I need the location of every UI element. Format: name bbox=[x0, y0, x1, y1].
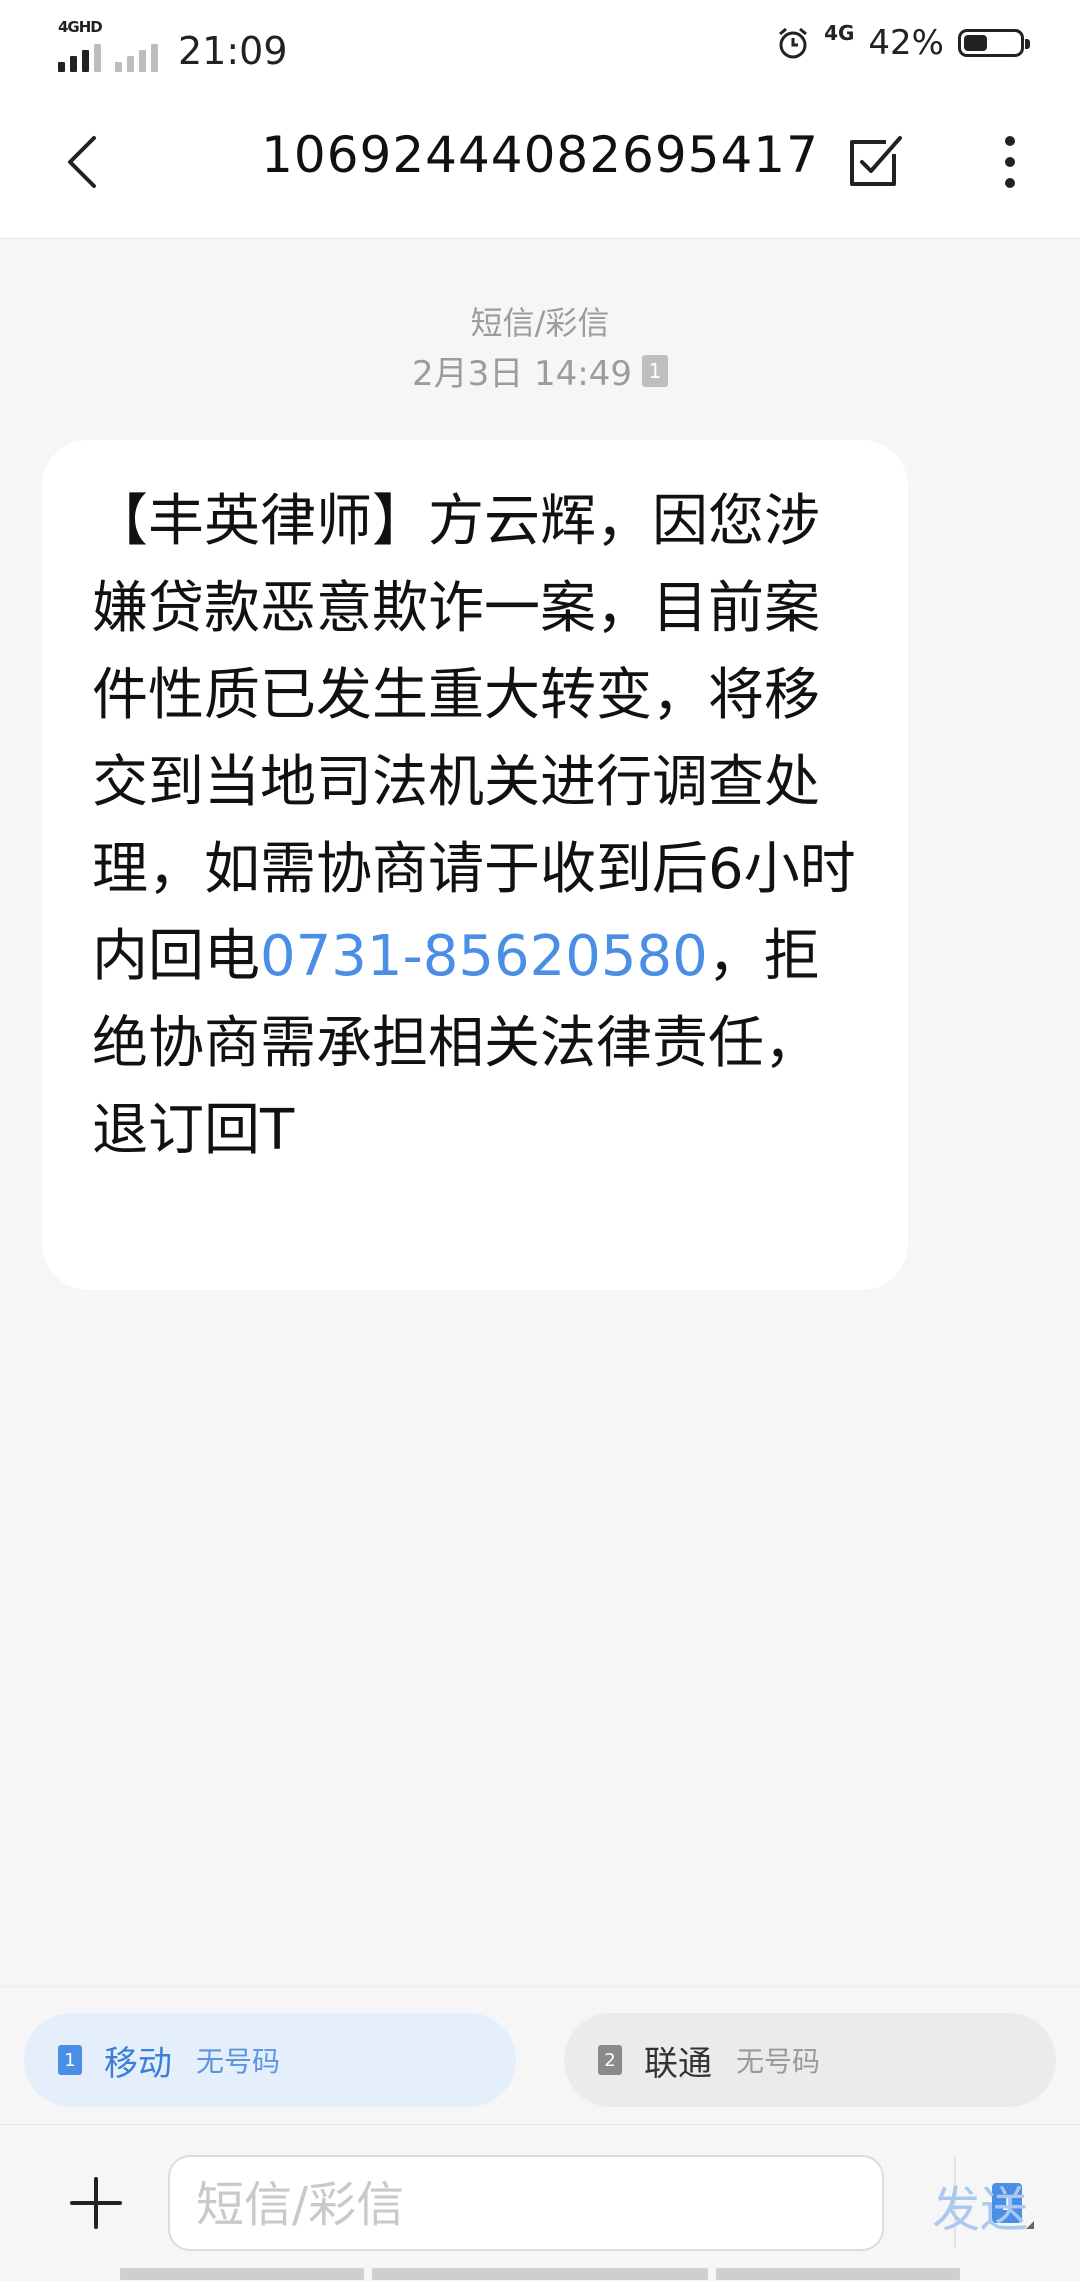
message-timestamp: 2月3日 14:49 bbox=[411, 354, 633, 394]
edit-checkbox-icon bbox=[850, 136, 902, 186]
sim2-carrier-name: 联通 bbox=[644, 2043, 712, 2084]
message-timestamp-row: 2月3日 14:49 1 bbox=[0, 346, 1080, 395]
sim1-carrier-name: 移动 bbox=[104, 2043, 172, 2084]
conversation-title: 10692444082695417 bbox=[261, 126, 819, 184]
sim1-number-label: 无号码 bbox=[196, 2045, 281, 2078]
message-input[interactable] bbox=[194, 2165, 948, 2245]
more-vertical-icon bbox=[1005, 136, 1015, 188]
sim-card-icon: 2 bbox=[598, 2045, 622, 2075]
navigation-strip bbox=[0, 2268, 1080, 2280]
sim-card-icon: 1 bbox=[642, 354, 669, 387]
network-type-label: 4GHD bbox=[58, 18, 103, 36]
battery-icon bbox=[958, 29, 1030, 57]
message-input-box: 1 bbox=[168, 2155, 1034, 2251]
sim2-send-button[interactable]: 2 联通 无号码 bbox=[564, 2013, 1056, 2107]
more-options-button[interactable] bbox=[980, 126, 1040, 198]
alarm-icon bbox=[779, 27, 808, 59]
plus-icon bbox=[70, 2177, 122, 2229]
edit-contact-button[interactable] bbox=[838, 126, 908, 196]
message-composer: 1 发送 bbox=[0, 2124, 1080, 2281]
nav-strip-segment bbox=[716, 2268, 960, 2280]
sim2-number-label: 无号码 bbox=[736, 2045, 821, 2078]
status-time: 21:09 bbox=[178, 29, 288, 73]
message-bubble[interactable]: 【丰英律师】方云辉，因您涉嫌贷款恶意欺诈一案，目前案件性质已发生重大转变，将移交… bbox=[42, 440, 908, 1290]
sim-selection-row: 1 移动 无号码 2 联通 无号码 bbox=[0, 1986, 1080, 2125]
battery-fill bbox=[964, 35, 987, 51]
nav-strip-segment bbox=[120, 2268, 364, 2280]
signal-strength-sim1-icon bbox=[58, 42, 101, 72]
sim1-send-button[interactable]: 1 移动 无号码 bbox=[24, 2013, 516, 2107]
nav-strip-segment bbox=[372, 2268, 708, 2280]
send-button[interactable]: 发送 bbox=[920, 2165, 1040, 2245]
message-text: 【丰英律师】方云辉，因您涉嫌贷款恶意欺诈一案，目前案件性质已发生重大转变，将移交… bbox=[92, 478, 860, 1174]
status-bar: 4GHD 21:09 4G 42% bbox=[0, 0, 1080, 86]
sim-card-icon: 1 bbox=[58, 2045, 82, 2075]
chevron-left-icon bbox=[68, 136, 96, 188]
message-text-before: 【丰英律师】方云辉，因您涉嫌贷款恶意欺诈一案，目前案件性质已发生重大转变，将移交… bbox=[92, 489, 856, 989]
status-bar-right: 4G 42% bbox=[776, 18, 1030, 68]
status-bar-left: 4GHD 21:09 bbox=[58, 16, 288, 76]
conversation-header: 10692444082695417 bbox=[0, 86, 1080, 239]
add-attachment-button[interactable] bbox=[56, 2163, 136, 2243]
message-type-label: 短信/彩信 bbox=[470, 304, 610, 342]
back-button[interactable] bbox=[44, 124, 120, 200]
network-4g-label: 4G bbox=[824, 21, 855, 45]
signal-strength-sim2-icon bbox=[115, 42, 158, 72]
battery-percent: 42% bbox=[868, 23, 944, 63]
phone-number-link[interactable]: 0731-85620580 bbox=[260, 924, 708, 989]
